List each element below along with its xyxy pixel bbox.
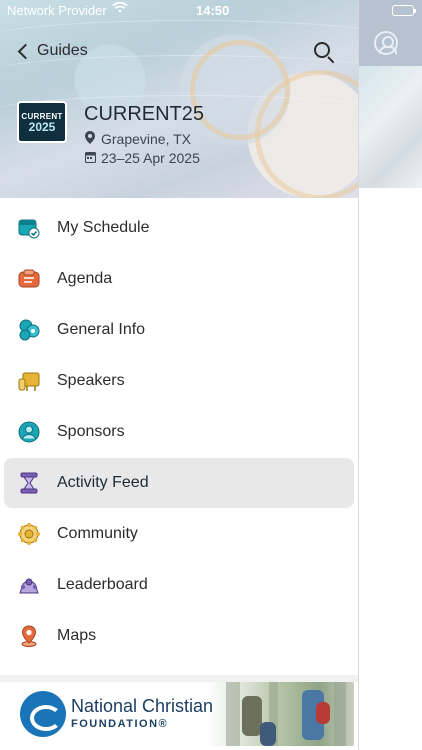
menu-item-agenda[interactable]: Agenda — [0, 253, 358, 304]
navigation-drawer: Guides CURRENT 2025 CURRENT25 Grapevine,… — [0, 0, 358, 750]
menu-item-my-schedule[interactable]: My Schedule — [0, 202, 358, 253]
main-content-peek[interactable] — [358, 0, 422, 750]
activity-hourglass-icon — [18, 472, 40, 494]
calendar-icon — [84, 151, 96, 166]
search-icon-handle — [327, 56, 335, 64]
event-location-text: Grapevine, TX — [101, 131, 192, 147]
main-banner-image — [359, 66, 422, 188]
carrier-label: Network Provider — [7, 3, 107, 18]
info-cluster-icon — [18, 319, 40, 341]
drawer-menu: My Schedule Agenda General Info Speakers — [0, 202, 358, 661]
ncf-logo-icon — [20, 691, 66, 737]
sponsor-banner[interactable]: National Christian FOUNDATION® — [4, 682, 354, 746]
search-button[interactable] — [314, 42, 336, 64]
banner-tree-decoration — [226, 682, 240, 746]
profile-icon[interactable] — [374, 31, 398, 55]
status-bar: Network Provider 14:50 — [0, 0, 358, 22]
menu-item-sponsors[interactable]: Sponsors — [0, 406, 358, 457]
banner-tree-decoration — [334, 682, 346, 746]
menu-item-label: Sponsors — [57, 423, 125, 440]
banner-hiker-figure — [260, 722, 276, 746]
location-pin-icon — [84, 131, 96, 147]
event-dates-text: 23–25 Apr 2025 — [101, 150, 200, 166]
menu-item-label: My Schedule — [57, 219, 150, 236]
event-header: Guides CURRENT 2025 CURRENT25 Grapevine,… — [0, 0, 358, 198]
menu-item-label: Leaderboard — [57, 576, 148, 593]
menu-item-speakers[interactable]: Speakers — [0, 355, 358, 406]
banner-hiker-figure — [242, 696, 262, 736]
event-logo-line2: 2025 — [28, 119, 56, 134]
back-button-label: Guides — [37, 42, 88, 59]
calendar-check-icon — [18, 217, 40, 239]
sponsor-person-icon — [18, 421, 40, 443]
back-button[interactable]: Guides — [14, 42, 88, 60]
menu-item-label: Speakers — [57, 372, 125, 389]
menu-item-label: Community — [57, 525, 138, 542]
menu-item-general-info[interactable]: General Info — [0, 304, 358, 355]
chevron-left-icon — [17, 43, 34, 59]
menu-item-label: General Info — [57, 321, 146, 338]
menu-item-community[interactable]: Community — [0, 508, 358, 559]
agenda-icon — [18, 268, 40, 290]
menu-item-label: Activity Feed — [57, 474, 149, 491]
sponsor-name-line1: National Christian — [71, 696, 214, 716]
menu-item-activity-feed[interactable]: Activity Feed — [0, 457, 358, 508]
menu-item-leaderboard[interactable]: Leaderboard — [0, 559, 358, 610]
event-dates: 23–25 Apr 2025 — [84, 150, 200, 166]
event-logo: CURRENT 2025 — [17, 101, 67, 143]
wifi-icon — [112, 1, 128, 17]
banner-backpack — [316, 702, 330, 724]
leaderboard-icon — [18, 574, 40, 596]
menu-item-label: Maps — [57, 627, 97, 644]
status-time: 14:50 — [196, 3, 230, 18]
event-location: Grapevine, TX — [84, 131, 191, 147]
sponsor-name-line2: FOUNDATION® — [71, 718, 169, 730]
community-icon — [18, 523, 40, 545]
map-pin-icon — [18, 625, 40, 647]
event-title: CURRENT25 — [84, 103, 205, 125]
menu-footer-divider — [0, 675, 358, 682]
menu-item-label: Agenda — [57, 270, 113, 287]
menu-item-maps[interactable]: Maps — [0, 610, 358, 661]
speaker-board-icon — [18, 370, 40, 392]
